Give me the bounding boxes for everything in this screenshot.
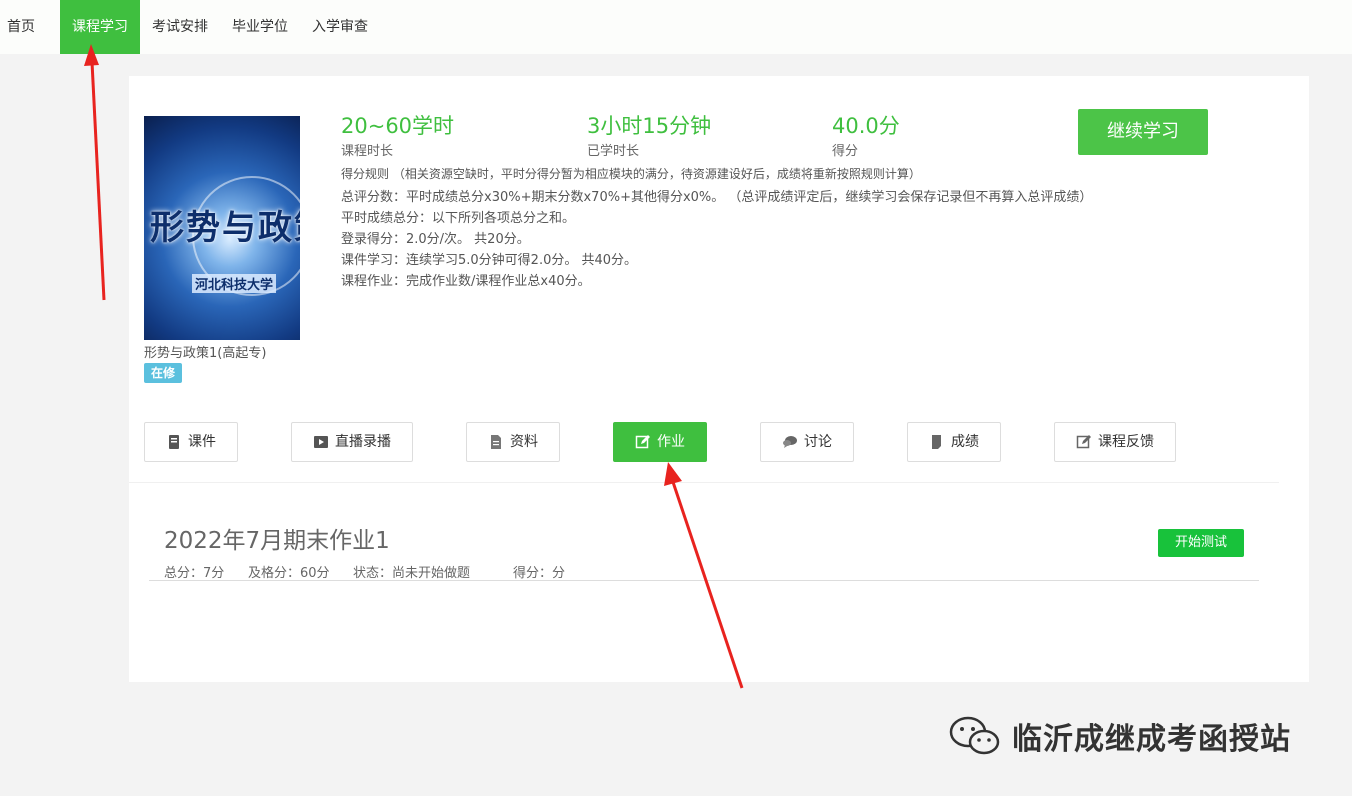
tab-homework-label: 作业 bbox=[657, 434, 685, 450]
course-name: 形势与政策1(高起专) bbox=[144, 346, 267, 361]
document-icon bbox=[491, 435, 501, 449]
scoring-rule-intro: 得分规则 （相关资源空缺时，平时分得分暂为相应模块的满分，待资源建设好后，成绩将… bbox=[341, 167, 921, 181]
status-badge: 在修 bbox=[144, 363, 182, 383]
tab-materials[interactable]: 资料 bbox=[466, 422, 560, 462]
homework-total-score: 总分：7分 bbox=[164, 566, 225, 581]
tab-course-feedback-label: 课程反馈 bbox=[1098, 434, 1154, 450]
tab-discussion-label: 讨论 bbox=[804, 434, 832, 450]
video-icon bbox=[314, 436, 328, 448]
stat-studied-time-value: 3小时15分钟 bbox=[587, 114, 712, 138]
nav-item-exam-schedule[interactable]: 考试安排 bbox=[152, 0, 208, 54]
start-test-button[interactable]: 开始测试 bbox=[1158, 529, 1244, 557]
tab-live-recording-label: 直播录播 bbox=[335, 434, 391, 450]
homework-pass-score: 及格分：60分 bbox=[248, 566, 330, 581]
stat-course-hours-value: 20~60学时 bbox=[341, 114, 455, 138]
tab-grades[interactable]: 成绩 bbox=[907, 422, 1001, 462]
wechat-icon bbox=[949, 716, 1000, 755]
nav-item-admission-review[interactable]: 入学审查 bbox=[312, 0, 368, 54]
nav-item-graduation[interactable]: 毕业学位 bbox=[232, 0, 288, 54]
nav-item-course-study[interactable]: 课程学习 bbox=[60, 0, 140, 54]
stat-score-value: 40.0分 bbox=[832, 114, 900, 138]
homework-score: 得分：分 bbox=[513, 566, 566, 581]
homework-status: 状态：尚未开始做题 bbox=[353, 566, 471, 581]
cover-school: 河北科技大学 bbox=[192, 274, 277, 293]
edit-icon bbox=[635, 435, 650, 449]
grade-icon bbox=[932, 435, 941, 449]
watermark-text: 临沂成继成考函授站 bbox=[1012, 722, 1291, 757]
tab-course-feedback[interactable]: 课程反馈 bbox=[1054, 422, 1176, 462]
feedback-icon bbox=[1076, 435, 1091, 449]
stat-studied-time-label: 已学时长 bbox=[587, 144, 640, 159]
book-icon bbox=[169, 435, 179, 449]
watermark: 临沂成继成考函授站 bbox=[948, 714, 1291, 758]
scoring-rule-login: 登录得分：2.0分/次。 共20分。 bbox=[341, 232, 530, 247]
continue-study-button[interactable]: 继续学习 bbox=[1078, 109, 1208, 155]
scoring-rule-total: 总评分数：平时成绩总分x30%+期末分数x70%+其他得分x0%。 （总评成绩评… bbox=[341, 190, 1093, 205]
section-divider bbox=[129, 482, 1279, 483]
cover-title: 形势与政策 bbox=[150, 208, 300, 248]
course-cover-image[interactable]: 形势与政策 河北科技大学 bbox=[144, 116, 300, 340]
stat-course-hours-label: 课程时长 bbox=[341, 144, 394, 159]
tab-courseware-label: 课件 bbox=[188, 434, 216, 450]
stat-score-label: 得分 bbox=[832, 144, 859, 159]
tab-discussion[interactable]: 讨论 bbox=[760, 422, 854, 462]
nav-item-home[interactable]: 首页 bbox=[7, 0, 35, 54]
scoring-rule-usual: 平时成绩总分：以下所列各项总分之和。 bbox=[341, 211, 576, 226]
tab-courseware[interactable]: 课件 bbox=[144, 422, 238, 462]
top-navigation: 首页 课程学习 考试安排 毕业学位 入学审查 bbox=[0, 0, 1352, 54]
tab-live-recording[interactable]: 直播录播 bbox=[291, 422, 413, 462]
tab-grades-label: 成绩 bbox=[951, 434, 979, 450]
homework-underline bbox=[149, 580, 1259, 581]
tab-materials-label: 资料 bbox=[510, 434, 538, 450]
arrow-to-course-study bbox=[84, 44, 106, 301]
homework-title: 2022年7月期末作业1 bbox=[164, 528, 390, 554]
scoring-rule-homework: 课程作业：完成作业数/课程作业总x40分。 bbox=[341, 274, 591, 289]
chat-icon bbox=[783, 436, 797, 448]
scoring-rule-courseware: 课件学习：连续学习5.0分钟可得2.0分。 共40分。 bbox=[341, 253, 638, 268]
tab-homework[interactable]: 作业 bbox=[613, 422, 707, 462]
